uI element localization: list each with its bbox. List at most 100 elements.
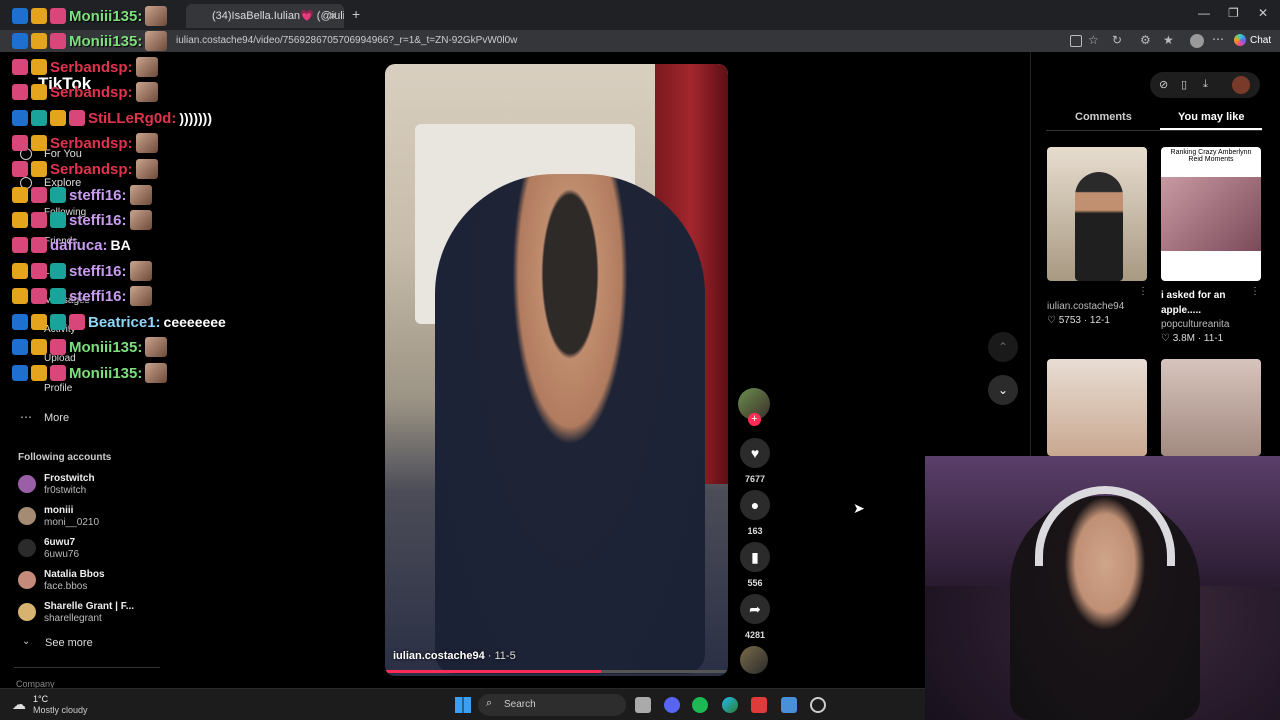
windows-start-icon[interactable] bbox=[455, 697, 471, 713]
weather-temp[interactable]: 1°C bbox=[33, 694, 48, 704]
account-name: Sharelle Grant | F... bbox=[44, 601, 135, 612]
taskbar-search[interactable]: ⌕ Search bbox=[478, 694, 626, 716]
chat-message: Serbandsp: bbox=[12, 56, 158, 78]
settings-more-icon[interactable]: ⋯ bbox=[1212, 32, 1224, 46]
chat-badge-icon bbox=[12, 314, 28, 330]
chat-badge-icon bbox=[31, 314, 47, 330]
account-handle: face.bbos bbox=[44, 581, 88, 592]
weather-desc[interactable]: Mostly cloudy bbox=[33, 705, 88, 715]
progress-track[interactable] bbox=[385, 670, 728, 673]
chat-badge-icon bbox=[12, 8, 28, 24]
recommended-thumbnail[interactable] bbox=[1161, 359, 1261, 456]
chat-message: Serbandsp: bbox=[12, 81, 158, 103]
save-button[interactable]: ▮ bbox=[740, 542, 770, 572]
tab-you-may-like[interactable]: You may like bbox=[1178, 111, 1244, 123]
chat-badge-icon bbox=[50, 187, 66, 203]
share-button[interactable]: ➦ bbox=[740, 594, 770, 624]
follow-plus-icon[interactable]: + bbox=[748, 413, 761, 426]
app-red-icon[interactable] bbox=[751, 697, 767, 713]
device-icon[interactable]: ▯ bbox=[1181, 78, 1187, 91]
comment-button[interactable]: ● bbox=[740, 490, 770, 520]
chat-message: Moniii135: bbox=[12, 362, 168, 384]
chat-username: Beatrice1: bbox=[88, 313, 161, 331]
account-name: 6uwu7 bbox=[44, 537, 76, 548]
collections-icon[interactable] bbox=[1190, 34, 1204, 48]
recommended-thumbnail[interactable] bbox=[1047, 147, 1147, 281]
spotify-icon[interactable] bbox=[692, 697, 708, 713]
chat-username: Serbandsp: bbox=[50, 134, 133, 152]
app-window-icon[interactable] bbox=[781, 697, 797, 713]
refresh-icon[interactable]: ↻ bbox=[1112, 33, 1122, 47]
avatar bbox=[18, 571, 36, 589]
chat-emote-icon bbox=[145, 337, 168, 357]
maximize-icon[interactable]: ❐ bbox=[1228, 6, 1239, 20]
chat-badge-icon bbox=[31, 84, 47, 100]
chat-badge-icon bbox=[31, 8, 47, 24]
chat-username: StiLLeRg0d: bbox=[88, 109, 177, 127]
edge-icon[interactable] bbox=[722, 697, 738, 713]
download-icon[interactable]: ⤓ bbox=[1203, 78, 1208, 91]
chat-badge-icon bbox=[50, 339, 66, 355]
chat-badge-icon bbox=[31, 161, 47, 177]
split-screen-icon[interactable] bbox=[1070, 35, 1082, 47]
more-options-icon[interactable]: ⋮ bbox=[1138, 286, 1148, 297]
close-window-icon[interactable]: ✕ bbox=[1258, 6, 1268, 20]
music-disc-icon[interactable] bbox=[740, 646, 768, 674]
chat-badge-icon bbox=[50, 263, 66, 279]
recommended-thumbnail[interactable]: Ranking Crazy Amberlynn Reid Moments bbox=[1161, 147, 1261, 281]
chat-badge-icon bbox=[69, 314, 85, 330]
chat-badge-icon bbox=[50, 365, 66, 381]
see-more-link[interactable]: See more bbox=[45, 637, 93, 649]
chat-emote-icon bbox=[135, 133, 158, 153]
chat-message: Moniii135: bbox=[12, 30, 168, 52]
video-player[interactable]: iulian.costache94 · 11-5 bbox=[385, 64, 728, 676]
chat-username: steffi16: bbox=[69, 262, 127, 280]
more-options-icon[interactable]: ⋮ bbox=[1250, 286, 1260, 297]
post-date: · 11-5 bbox=[487, 650, 516, 662]
close-tab-icon[interactable]: ✕ bbox=[328, 4, 338, 28]
chat-badge-icon bbox=[50, 288, 66, 304]
new-tab-button[interactable]: + bbox=[352, 6, 360, 22]
nav-more[interactable]: More bbox=[44, 412, 69, 424]
chat-username: Serbandsp: bbox=[50, 58, 133, 76]
prev-video-button[interactable]: ⌃ bbox=[988, 332, 1018, 362]
recommended-thumbnail[interactable] bbox=[1047, 359, 1147, 456]
chevron-down-icon: ⌄ bbox=[22, 636, 31, 647]
profile-avatar[interactable] bbox=[1232, 76, 1250, 94]
avatar bbox=[18, 539, 36, 557]
favorites-bar-icon[interactable]: ★ bbox=[1163, 33, 1174, 47]
discord-icon[interactable] bbox=[664, 697, 680, 713]
copilot-chat-button[interactable]: Chat bbox=[1234, 34, 1271, 46]
favorite-icon[interactable]: ☆ bbox=[1088, 33, 1099, 47]
chat-badge-icon bbox=[50, 314, 66, 330]
chat-username: steffi16: bbox=[69, 211, 127, 229]
webcam-overlay bbox=[925, 456, 1280, 720]
chat-badge-icon bbox=[31, 59, 47, 75]
taskbar: ☁ 1°C Mostly cloudy ⌕ Search bbox=[0, 688, 925, 720]
next-video-button[interactable]: ⌄ bbox=[988, 375, 1018, 405]
url-field[interactable]: iulian.costache94/video/7569286705706994… bbox=[176, 33, 517, 49]
chat-emote-icon bbox=[129, 286, 152, 306]
person bbox=[435, 174, 705, 674]
search-icon: ⌕ bbox=[486, 697, 493, 709]
like-button[interactable]: ♥ bbox=[740, 438, 770, 468]
tab-comments[interactable]: Comments bbox=[1075, 111, 1132, 123]
chat-emote-icon bbox=[135, 82, 158, 102]
app-circle-icon[interactable] bbox=[810, 697, 826, 713]
chat-badge-icon bbox=[31, 288, 47, 304]
compass-icon[interactable]: ⊘ bbox=[1159, 78, 1168, 91]
nav-profile[interactable]: Profile bbox=[44, 383, 72, 394]
account-name: Frostwitch bbox=[44, 473, 95, 484]
minimize-icon[interactable]: — bbox=[1198, 6, 1210, 20]
recommended-author[interactable]: iulian.costache94 bbox=[1047, 301, 1124, 312]
task-view-icon[interactable] bbox=[635, 697, 651, 713]
chat-badge-icon bbox=[31, 33, 47, 49]
recommended-author[interactable]: popcultureanita bbox=[1161, 319, 1229, 330]
extensions-icon[interactable]: ⚙ bbox=[1140, 33, 1151, 47]
recommended-title[interactable]: i asked for an apple..... bbox=[1161, 288, 1245, 318]
browser-tab[interactable]: (34)IsaBella.Iulian💗 (@iulian... ✕ bbox=[186, 4, 344, 28]
chat-emote-icon bbox=[135, 57, 158, 77]
weather-icon: ☁ bbox=[12, 696, 26, 712]
video-author[interactable]: iulian.costache94 · 11-5 bbox=[393, 650, 516, 662]
chat-badge-icon bbox=[31, 212, 47, 228]
